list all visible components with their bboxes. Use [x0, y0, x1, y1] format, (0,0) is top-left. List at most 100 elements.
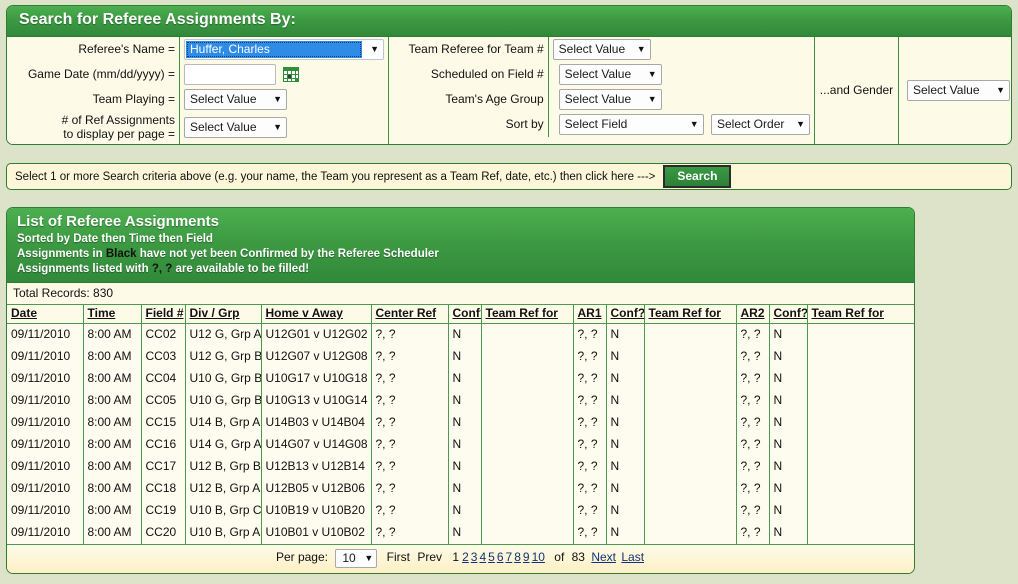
table-cell: U12 B, Grp A [185, 477, 262, 500]
pager-page-link[interactable]: 10 [532, 550, 545, 564]
age-group-select[interactable]: Select Value ▼ [558, 89, 662, 110]
table-cell: N [606, 411, 645, 434]
referee-name-select[interactable]: Huffer, Charles ▼ [184, 39, 384, 60]
table-cell: U10B01 v U10B02 [261, 521, 372, 544]
column-header-ar2[interactable]: AR2 [736, 304, 770, 324]
table-cell: ?, ? [736, 323, 770, 346]
table-cell: N [448, 411, 482, 434]
ref-assignments-per-page-label-line1: # of Ref Assignments [61, 113, 175, 127]
pager-next[interactable]: Next [591, 550, 616, 564]
available-note-suffix: are available to be filled! [172, 262, 310, 275]
table-cell: U14B03 v U14B04 [261, 411, 372, 434]
column-header-home-v-away[interactable]: Home v Away [261, 304, 372, 324]
column-header-label: Conf? [610, 305, 644, 320]
table-cell: ?, ? [371, 323, 449, 346]
table-cell [644, 477, 737, 500]
table-cell: U12G01 v U12G02 [261, 323, 372, 346]
pager-page-link[interactable]: 3 [471, 550, 478, 564]
column-header-conf[interactable]: Conf? [448, 304, 482, 324]
table-cell: N [606, 499, 645, 522]
pager-page-link[interactable]: 8 [514, 550, 521, 564]
pager-page-link[interactable]: 9 [523, 550, 530, 564]
column-header-time[interactable]: Time [83, 304, 142, 324]
ref-assignments-per-page-label: # of Ref Assignments to display per page… [7, 112, 180, 144]
pager-first[interactable]: First [387, 550, 410, 564]
table-cell: ?, ? [573, 433, 607, 456]
sort-field-select[interactable]: Select Field ▼ [558, 114, 704, 135]
table-cell: CC19 [141, 499, 186, 522]
scheduled-on-field-select[interactable]: Select Value ▼ [558, 64, 662, 85]
table-cell: N [448, 367, 482, 390]
column-header-date[interactable]: Date [7, 304, 84, 324]
referee-name-label: Referee's Name = [7, 37, 180, 62]
search-left-column: Referee's Name = Huffer, Charles ▼ Game … [7, 37, 389, 144]
table-cell: N [448, 323, 482, 346]
chevron-down-icon: ▼ [647, 94, 657, 104]
team-referee-for-team-select[interactable]: Select Value ▼ [552, 39, 651, 60]
column-header-team-ref-for[interactable]: Team Ref for [644, 304, 737, 324]
table-row: 09/11/2010 8:00 AM CC04 U10 G, Grp B U10G17 … [7, 367, 914, 390]
game-date-input[interactable] [184, 64, 276, 85]
table-cell: N [448, 455, 482, 478]
pager-prev[interactable]: Prev [417, 550, 442, 564]
search-button[interactable]: Search [663, 165, 732, 188]
referee-name-cell: Huffer, Charles ▼ [180, 37, 389, 62]
per-page-select[interactable]: 10 ▼ [335, 548, 378, 568]
team-playing-select[interactable]: Select Value ▼ [184, 89, 287, 110]
table-cell [807, 434, 914, 456]
search-panel-title: Search for Referee Assignments By: [7, 6, 1011, 36]
pager-page-link[interactable]: 2 [462, 550, 469, 564]
table-row: 09/11/2010 8:00 AM CC05 U10 G, Grp B U10G13 … [7, 389, 914, 412]
column-header-field[interactable]: Field # [141, 304, 186, 324]
pager-total-pages: 83 [571, 550, 585, 565]
table-cell: 09/11/2010 [7, 345, 84, 368]
assignments-table: Date Time Field # Div / Grp Home v Away Cente… [7, 304, 914, 544]
available-note-prefix: Assignments listed with [17, 262, 152, 275]
table-cell: ?, ? [573, 367, 607, 390]
table-cell [481, 367, 574, 390]
column-header-div-grp[interactable]: Div / Grp [185, 304, 262, 324]
table-cell: 8:00 AM [83, 477, 142, 500]
table-cell [481, 345, 574, 368]
game-date-label: Game Date (mm/dd/yyyy) = [7, 62, 180, 87]
pager-last[interactable]: Last [621, 550, 644, 564]
calendar-icon[interactable] [283, 67, 300, 82]
table-cell: CC05 [141, 389, 186, 412]
table-cell: N [606, 433, 645, 456]
table-cell: N [769, 389, 808, 412]
search-hint-text: Select 1 or more Search criteria above (… [15, 170, 656, 183]
list-panel-title: List of Referee Assignments [17, 213, 219, 230]
column-header-team-ref-for[interactable]: Team Ref for [481, 304, 574, 324]
table-cell [481, 499, 574, 522]
column-header-center-ref[interactable]: Center Ref [371, 304, 449, 324]
column-header-conf[interactable]: Conf? [606, 304, 645, 324]
column-header-label: Date [11, 305, 38, 320]
table-cell: ?, ? [371, 389, 449, 412]
table-cell [481, 389, 574, 412]
pager-page-link[interactable]: 4 [479, 550, 486, 564]
table-cell: U12G07 v U12G08 [261, 345, 372, 368]
scheduled-on-field-cell: Select Value ▼ [548, 62, 814, 87]
table-cell [481, 433, 574, 456]
table-cell: 8:00 AM [83, 455, 142, 478]
table-cell: 8:00 AM [83, 433, 142, 456]
table-cell [481, 521, 574, 544]
table-cell: 09/11/2010 [7, 433, 84, 456]
table-cell [807, 522, 914, 544]
column-header-label: Center Ref [375, 305, 437, 320]
ref-assignments-per-page-select[interactable]: Select Value ▼ [184, 117, 287, 139]
pager-page-link[interactable]: 6 [497, 550, 504, 564]
table-cell: N [769, 323, 808, 346]
gender-select[interactable]: Select Value ▼ [907, 79, 1010, 101]
column-header-team-ref-for[interactable]: Team Ref for [807, 304, 914, 324]
pager-page-link[interactable]: 5 [488, 550, 495, 564]
column-header-ar1[interactable]: AR1 [573, 304, 607, 324]
scheduled-on-field-value: Select Value [564, 67, 632, 81]
sort-order-select[interactable]: Select Order ▼ [711, 114, 810, 135]
search-panel: Search for Referee Assignments By: Refer… [6, 5, 1012, 145]
column-header-conf[interactable]: Conf? [769, 304, 808, 324]
search-middle-column: Team Referee for Team # Select Value ▼ S… [389, 37, 815, 144]
chevron-down-icon: ▼ [689, 119, 699, 129]
pager-page-link[interactable]: 7 [506, 550, 513, 564]
gender-select-column: Select Value ▼ [899, 37, 1011, 144]
